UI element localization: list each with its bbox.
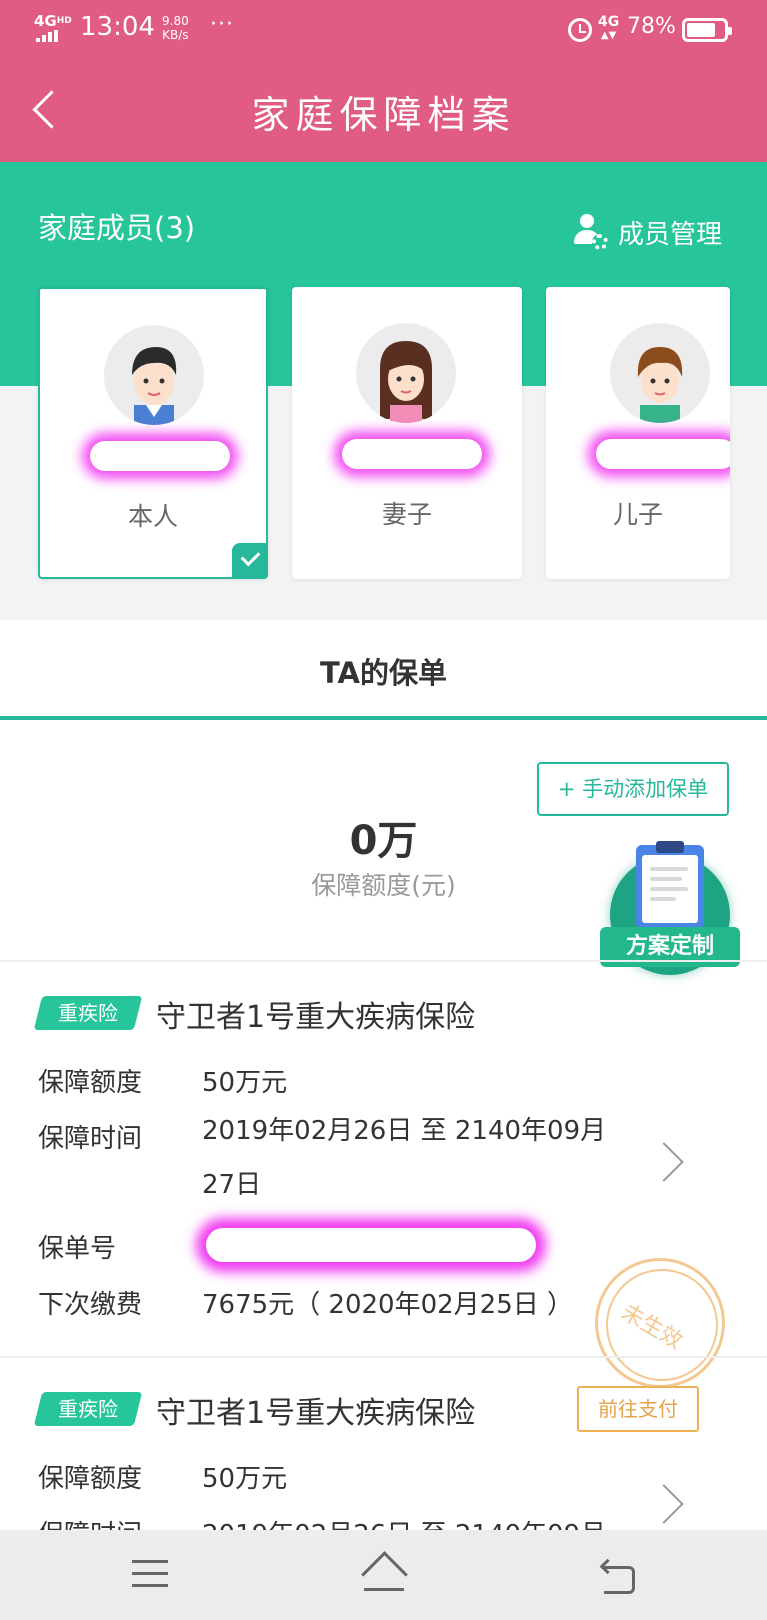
policy-type-label: 重疾险 bbox=[58, 1397, 118, 1421]
avatar-man bbox=[104, 325, 204, 425]
chevron-right-icon[interactable] bbox=[644, 1484, 684, 1524]
next-payment-value: 7675元（ 2020年02月25日 ） bbox=[202, 1290, 574, 1320]
coverage-label: 保障额度 bbox=[38, 1464, 143, 1494]
member-management-label: 成员管理 bbox=[618, 219, 723, 250]
policy-type-tag: 重疾险 bbox=[33, 1392, 143, 1426]
network-speed: 9.80 KB/s bbox=[162, 14, 189, 42]
next-payment-label: 下次缴费 bbox=[38, 1290, 143, 1320]
battery-icon bbox=[682, 18, 732, 42]
period-value: 2019年02月26日 至 2140年09月27日 bbox=[202, 1116, 607, 1200]
tab-ta-policies[interactable]: TA的保单 bbox=[0, 650, 767, 692]
network-type: 4G bbox=[34, 12, 57, 30]
speed-value: 9.80 bbox=[162, 14, 189, 28]
member-role: 妻子 bbox=[381, 500, 432, 529]
home-icon[interactable] bbox=[360, 1556, 408, 1592]
policy-type-label: 重疾险 bbox=[58, 1001, 118, 1025]
redacted-policy-number bbox=[206, 1228, 536, 1262]
chevron-right-icon[interactable] bbox=[644, 1142, 684, 1182]
network-type-right: 4G bbox=[598, 14, 620, 30]
go-pay-button[interactable]: 前往支付 bbox=[577, 1386, 699, 1432]
status-bar: 4GHD 13:04 9.80 KB/s ··· 4G ▲▼ 78% bbox=[0, 0, 767, 60]
clock: 13:04 bbox=[80, 12, 155, 42]
redacted-name bbox=[342, 439, 482, 469]
member-card-wife[interactable]: 妻子 bbox=[292, 287, 522, 579]
selected-check-icon bbox=[232, 543, 266, 577]
battery-percent: 78% bbox=[627, 14, 676, 39]
policy-name[interactable]: 守卫者1号重大疾病保险 bbox=[156, 1388, 475, 1432]
redacted-name bbox=[596, 439, 730, 469]
coverage-value: 50万元 bbox=[202, 1068, 288, 1098]
menu-icon[interactable] bbox=[132, 1560, 168, 1588]
policy-name[interactable]: 守卫者1号重大疾病保险 bbox=[156, 992, 475, 1036]
avatar-woman bbox=[356, 323, 456, 423]
members-title: 家庭成员(3) bbox=[38, 211, 196, 245]
member-card-self[interactable]: 本人 bbox=[38, 287, 268, 579]
member-role: 儿子 bbox=[612, 500, 663, 529]
member-management-button[interactable]: 成员管理 bbox=[570, 212, 722, 252]
app-header: 4GHD 13:04 9.80 KB/s ··· 4G ▲▼ 78% 家庭保障档案 bbox=[0, 0, 767, 162]
alarm-icon bbox=[568, 18, 592, 42]
battery-level bbox=[687, 23, 716, 37]
speed-unit: KB/s bbox=[162, 28, 189, 42]
period-label: 保障时间 bbox=[38, 1124, 143, 1154]
divider bbox=[0, 960, 767, 962]
page-title: 家庭保障档案 bbox=[251, 93, 516, 137]
policy-number-label: 保单号 bbox=[38, 1234, 117, 1264]
user-settings-icon bbox=[570, 212, 610, 252]
network-indicator-right: 4G ▲▼ bbox=[598, 14, 620, 41]
divider bbox=[0, 1356, 767, 1358]
coverage-label: 保障额度 bbox=[38, 1068, 143, 1098]
more-notifications: ··· bbox=[210, 12, 234, 37]
network-hd: HD bbox=[56, 16, 72, 26]
member-role: 本人 bbox=[127, 502, 178, 531]
avatar-boy bbox=[610, 323, 710, 423]
redacted-name bbox=[90, 441, 230, 471]
member-card-son[interactable]: 儿子 bbox=[546, 287, 730, 579]
policy-type-tag: 重疾险 bbox=[33, 996, 143, 1030]
not-effective-stamp: 未生效 bbox=[595, 1258, 725, 1388]
clipboard-paper bbox=[642, 855, 698, 923]
coverage-value: 50万元 bbox=[202, 1464, 288, 1494]
back-nav-icon[interactable] bbox=[598, 1558, 635, 1594]
signal-icon bbox=[36, 30, 58, 42]
custom-plan-button[interactable]: 方案定制 bbox=[600, 841, 740, 975]
clipboard-clip bbox=[656, 841, 684, 853]
stamp-text: 未生效 bbox=[616, 1299, 687, 1355]
network-indicator: 4GHD bbox=[34, 12, 72, 30]
